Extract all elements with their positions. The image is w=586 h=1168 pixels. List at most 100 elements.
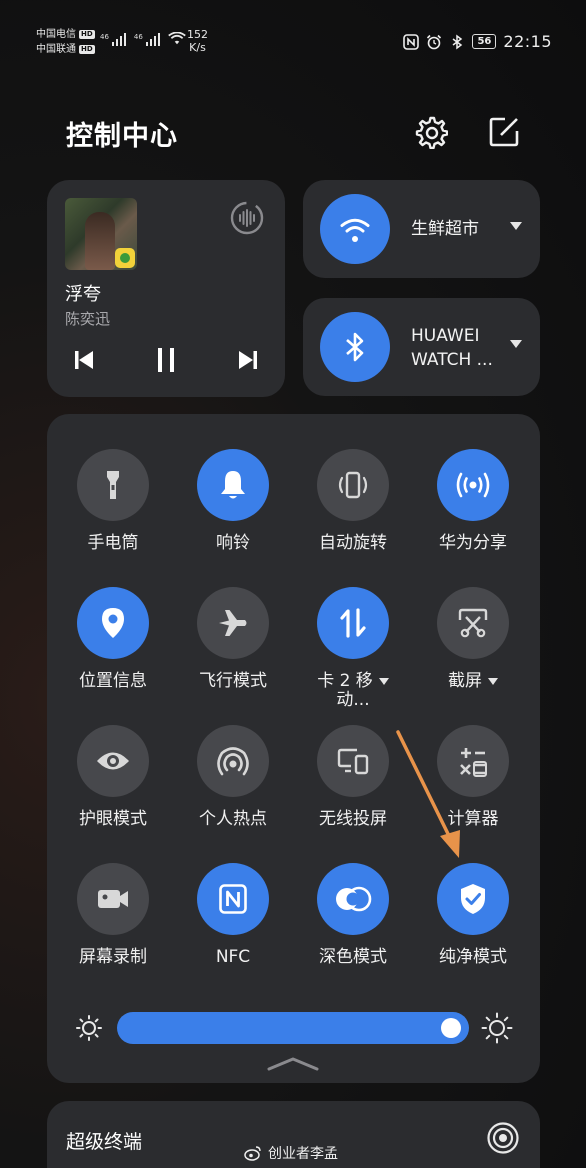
rotate-icon — [335, 468, 371, 502]
tile-cast[interactable]: 无线投屏 — [293, 725, 413, 829]
toggle-share[interactable] — [437, 449, 509, 521]
nfc-icon — [218, 883, 248, 915]
toggle-cast[interactable] — [317, 725, 389, 797]
tile-shield[interactable]: 纯净模式 — [413, 863, 533, 967]
chevron-down-icon[interactable] — [378, 677, 389, 685]
tile-hotspot[interactable]: 个人热点 — [173, 725, 293, 829]
tile-screenshot[interactable]: 截屏 — [413, 587, 533, 691]
tile-video[interactable]: 屏幕录制 — [53, 863, 173, 967]
tile-label-text: 位置信息 — [79, 671, 147, 691]
watermark: 创业者李孟 — [244, 1143, 338, 1163]
expand-handle-icon[interactable] — [267, 1056, 319, 1072]
tile-share[interactable]: 华为分享 — [413, 449, 533, 553]
tile-label-text: 响铃 — [216, 533, 250, 553]
pause-button[interactable] — [151, 345, 181, 375]
tile-bell[interactable]: 响铃 — [173, 449, 293, 553]
shield-icon — [458, 882, 488, 916]
brightness-slider[interactable] — [117, 1012, 469, 1044]
page-title: 控制中心 — [66, 121, 178, 152]
tile-label-text: 自动旋转 — [319, 533, 387, 553]
music-app-icon — [115, 248, 135, 268]
hd-badge: HD — [79, 45, 95, 54]
bluetooth-toggle[interactable] — [320, 312, 390, 382]
net-speed-unit: K/s — [189, 41, 206, 54]
clock: 22:15 — [503, 32, 552, 51]
bluetooth-label-line1: HUAWEI — [411, 326, 480, 346]
carrier-2: 中国联通 — [36, 44, 76, 55]
toggle-shield[interactable] — [437, 863, 509, 935]
tile-location[interactable]: 位置信息 — [53, 587, 173, 691]
previous-button[interactable] — [69, 345, 99, 375]
tile-dark-mode[interactable]: 深色模式 — [293, 863, 413, 967]
edit-button[interactable] — [486, 114, 522, 150]
eye-icon — [95, 748, 131, 774]
tile-label: 手电筒 — [53, 533, 173, 553]
weibo-icon — [244, 1146, 261, 1161]
gear-icon — [415, 116, 448, 149]
bluetooth-icon — [346, 332, 364, 362]
toggle-screenshot[interactable] — [437, 587, 509, 659]
toggle-flashlight[interactable] — [77, 449, 149, 521]
toggle-nfc[interactable] — [197, 863, 269, 935]
carrier-1: 中国电信 — [36, 29, 76, 40]
chevron-down-icon[interactable] — [510, 340, 522, 348]
signal-icon: 46 — [134, 33, 160, 46]
hd-badge: HD — [79, 30, 95, 39]
tile-flashlight[interactable]: 手电筒 — [53, 449, 173, 553]
tile-label: 卡 2 移动... — [293, 671, 413, 709]
settings-button[interactable] — [413, 114, 449, 150]
battery-indicator: 56 — [472, 34, 497, 49]
wifi-icon — [168, 32, 186, 45]
tile-rotate[interactable]: 自动旋转 — [293, 449, 413, 553]
toggle-location[interactable] — [77, 587, 149, 659]
toggle-calculator[interactable] — [437, 725, 509, 797]
tile-label-text: 手电筒 — [87, 533, 139, 553]
chevron-down-icon[interactable] — [488, 677, 498, 685]
net-speed: 152 K/s — [187, 28, 208, 54]
calculator-icon — [456, 744, 490, 778]
video-icon — [95, 886, 131, 912]
next-button[interactable] — [233, 345, 263, 375]
tile-calculator[interactable]: 计算器 — [413, 725, 533, 829]
bell-icon — [217, 468, 249, 502]
tile-label: 华为分享 — [413, 533, 533, 553]
nfc-icon — [403, 33, 420, 50]
chevron-down-icon[interactable] — [510, 222, 522, 230]
album-art[interactable] — [65, 198, 137, 270]
tile-nfc[interactable]: NFC — [173, 863, 293, 967]
carrier-info: 中国电信 HD 中国联通 HD — [36, 27, 95, 57]
hotspot-icon — [215, 744, 251, 778]
toggle-airplane[interactable] — [197, 587, 269, 659]
dark-mode-icon — [334, 884, 372, 914]
tile-label: 无线投屏 — [293, 809, 413, 829]
toggle-rotate[interactable] — [317, 449, 389, 521]
radar-icon[interactable] — [486, 1121, 520, 1155]
tile-label-text: 华为分享 — [439, 533, 507, 553]
tile-airplane[interactable]: 飞行模式 — [173, 587, 293, 691]
toggle-dark-mode[interactable] — [317, 863, 389, 935]
previous-icon — [75, 351, 93, 369]
toggle-video[interactable] — [77, 863, 149, 935]
wifi-toggle[interactable] — [320, 194, 390, 264]
tile-eye[interactable]: 护眼模式 — [53, 725, 173, 829]
tile-label-text: 计算器 — [447, 809, 499, 829]
wifi-card[interactable]: 生鲜超市 — [303, 180, 540, 278]
wifi-network-name: 生鲜超市 — [411, 219, 479, 239]
data-icon — [338, 606, 368, 640]
bluetooth-card[interactable]: HUAWEI WATCH ... — [303, 298, 540, 396]
toggle-data[interactable] — [317, 587, 389, 659]
tile-label-text: 深色模式 — [319, 947, 387, 967]
status-bar: 中国电信 HD 中国联通 HD 46 46 152 K/s 56 22:15 — [0, 0, 586, 70]
audio-output-icon[interactable] — [229, 200, 265, 236]
toggle-eye[interactable] — [77, 725, 149, 797]
media-card[interactable]: 浮夸 陈奕迅 — [47, 180, 285, 397]
toggle-bell[interactable] — [197, 449, 269, 521]
network-type: 46 — [133, 33, 143, 41]
tile-label-text: 屏幕录制 — [79, 947, 147, 967]
tile-data[interactable]: 卡 2 移动... — [293, 587, 413, 709]
brightness-slider-thumb[interactable] — [441, 1018, 461, 1038]
artist-name: 陈奕迅 — [65, 310, 111, 328]
toggle-hotspot[interactable] — [197, 725, 269, 797]
flashlight-icon — [98, 468, 128, 502]
cast-icon — [335, 746, 371, 776]
